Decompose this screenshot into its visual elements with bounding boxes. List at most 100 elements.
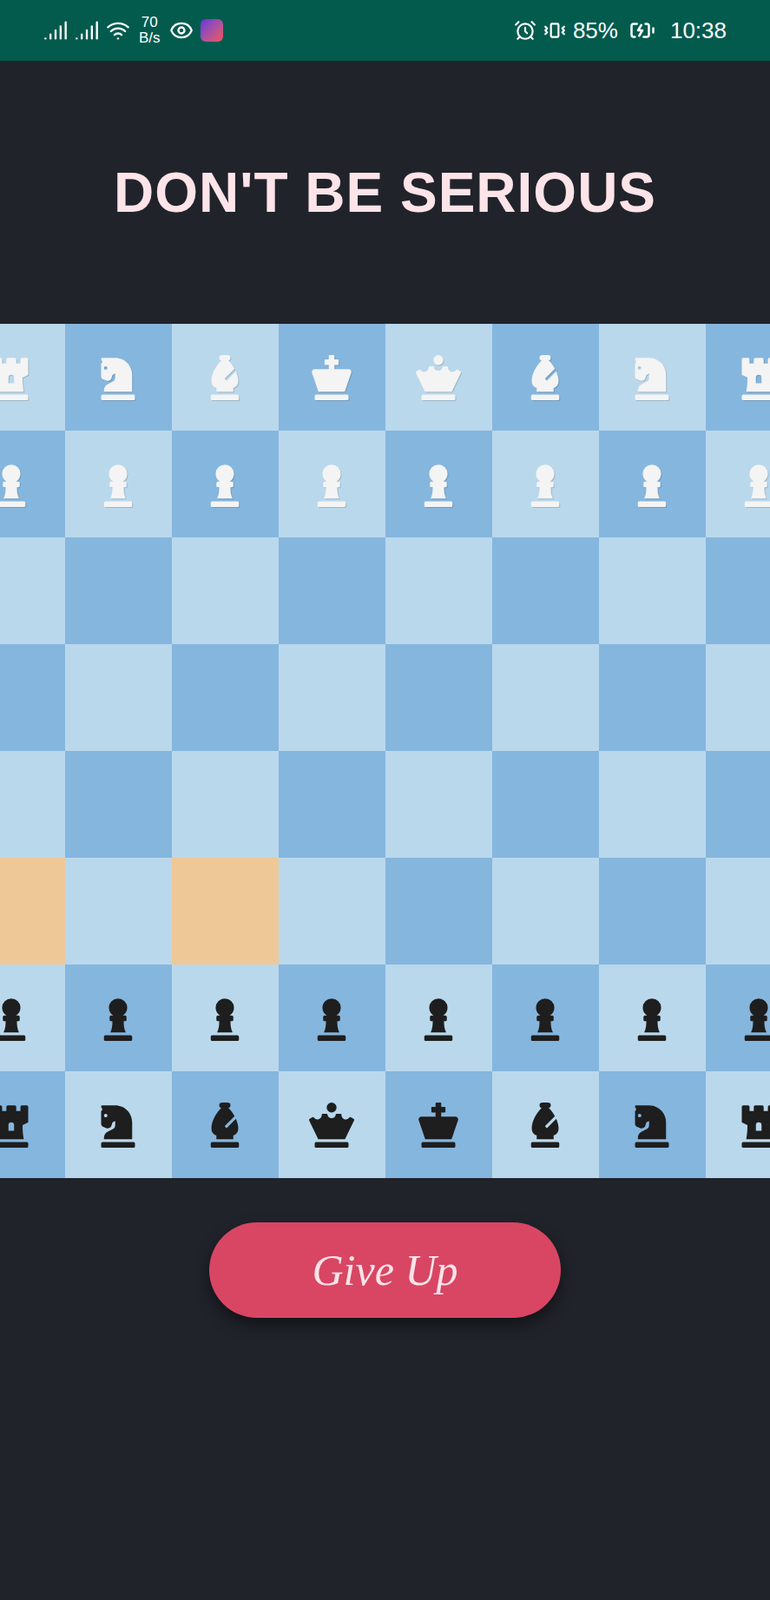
- board-square[interactable]: [492, 750, 599, 858]
- board-square[interactable]: [171, 430, 279, 538]
- board-square[interactable]: [598, 750, 706, 858]
- board-square[interactable]: [65, 964, 172, 1072]
- board-square[interactable]: [171, 323, 279, 431]
- pawn-icon[interactable]: [629, 461, 675, 507]
- board-square[interactable]: [492, 537, 599, 645]
- board-square[interactable]: [65, 750, 172, 858]
- pawn-icon[interactable]: [0, 461, 34, 507]
- queen-icon[interactable]: [415, 355, 461, 401]
- board-square[interactable]: [0, 964, 66, 1072]
- board-square[interactable]: [171, 1071, 279, 1179]
- board-square[interactable]: [705, 323, 770, 431]
- board-square[interactable]: [0, 1071, 66, 1179]
- board-square[interactable]: [705, 644, 770, 751]
- board-square[interactable]: [0, 857, 66, 965]
- pawn-icon[interactable]: [309, 461, 355, 507]
- rook-icon[interactable]: [0, 1102, 34, 1148]
- pawn-icon[interactable]: [0, 995, 34, 1041]
- board-square[interactable]: [705, 430, 770, 538]
- board-square[interactable]: [278, 323, 386, 431]
- pawn-icon[interactable]: [95, 995, 141, 1041]
- board-square[interactable]: [171, 644, 279, 751]
- board-square[interactable]: [705, 964, 770, 1072]
- pawn-icon[interactable]: [95, 461, 141, 507]
- status-bar: 70B/s85%10:38: [0, 0, 770, 61]
- board-square[interactable]: [492, 857, 599, 965]
- board-square[interactable]: [65, 644, 172, 751]
- pawn-icon[interactable]: [522, 995, 568, 1041]
- board-square[interactable]: [492, 1071, 599, 1179]
- board-square[interactable]: [385, 430, 493, 538]
- board-square[interactable]: [0, 750, 66, 858]
- board-square[interactable]: [278, 644, 386, 751]
- board-square[interactable]: [598, 1071, 706, 1179]
- board-square[interactable]: [65, 430, 172, 538]
- queen-icon[interactable]: [309, 1102, 355, 1148]
- board-square[interactable]: [0, 644, 66, 751]
- board-square[interactable]: [278, 537, 386, 645]
- board-square[interactable]: [278, 964, 386, 1072]
- board-square[interactable]: [705, 1071, 770, 1179]
- knight-icon[interactable]: [95, 1102, 141, 1148]
- board-square[interactable]: [598, 964, 706, 1072]
- pawn-icon[interactable]: [415, 995, 461, 1041]
- board-square[interactable]: [705, 537, 770, 645]
- bishop-icon[interactable]: [522, 355, 568, 401]
- pawn-icon[interactable]: [629, 995, 675, 1041]
- board-square[interactable]: [171, 537, 279, 645]
- board-square[interactable]: [278, 857, 386, 965]
- board-square[interactable]: [705, 857, 770, 965]
- rook-icon[interactable]: [0, 355, 34, 401]
- give-up-button[interactable]: Give Up: [209, 1222, 561, 1318]
- board-row: [0, 857, 770, 965]
- board-square[interactable]: [0, 537, 66, 645]
- board-square[interactable]: [598, 323, 706, 431]
- board-square[interactable]: [385, 964, 493, 1072]
- board-square[interactable]: [65, 323, 172, 431]
- board-square[interactable]: [598, 857, 706, 965]
- board-row: [0, 323, 770, 431]
- board-square[interactable]: [0, 430, 66, 538]
- knight-icon[interactable]: [95, 355, 141, 401]
- board-square[interactable]: [492, 430, 599, 538]
- board-square[interactable]: [65, 857, 172, 965]
- board-square[interactable]: [385, 644, 493, 751]
- board-square[interactable]: [385, 857, 493, 965]
- board-square[interactable]: [0, 323, 66, 431]
- knight-icon[interactable]: [629, 1102, 675, 1148]
- board-square[interactable]: [385, 537, 493, 645]
- board-square[interactable]: [598, 430, 706, 538]
- pawn-icon[interactable]: [415, 461, 461, 507]
- board-square[interactable]: [171, 964, 279, 1072]
- board-square[interactable]: [65, 1071, 172, 1179]
- board-square[interactable]: [705, 750, 770, 858]
- rook-icon[interactable]: [736, 355, 770, 401]
- board-square[interactable]: [171, 857, 279, 965]
- board-square[interactable]: [278, 750, 386, 858]
- board-square[interactable]: [492, 964, 599, 1072]
- pawn-icon[interactable]: [202, 461, 248, 507]
- board-square[interactable]: [492, 644, 599, 751]
- bishop-icon[interactable]: [522, 1102, 568, 1148]
- knight-icon[interactable]: [629, 355, 675, 401]
- board-square[interactable]: [492, 323, 599, 431]
- pawn-icon[interactable]: [522, 461, 568, 507]
- board-square[interactable]: [385, 1071, 493, 1179]
- bishop-icon[interactable]: [202, 1102, 248, 1148]
- board-square[interactable]: [278, 430, 386, 538]
- pawn-icon[interactable]: [736, 461, 770, 507]
- board-square[interactable]: [598, 537, 706, 645]
- king-icon[interactable]: [309, 355, 355, 401]
- board-square[interactable]: [171, 750, 279, 858]
- bishop-icon[interactable]: [202, 355, 248, 401]
- rook-icon[interactable]: [736, 1102, 770, 1148]
- board-square[interactable]: [278, 1071, 386, 1179]
- board-square[interactable]: [65, 537, 172, 645]
- king-icon[interactable]: [415, 1102, 461, 1148]
- pawn-icon[interactable]: [202, 995, 248, 1041]
- board-square[interactable]: [385, 323, 493, 431]
- board-square[interactable]: [598, 644, 706, 751]
- pawn-icon[interactable]: [309, 995, 355, 1041]
- pawn-icon[interactable]: [736, 995, 770, 1041]
- board-square[interactable]: [385, 750, 493, 858]
